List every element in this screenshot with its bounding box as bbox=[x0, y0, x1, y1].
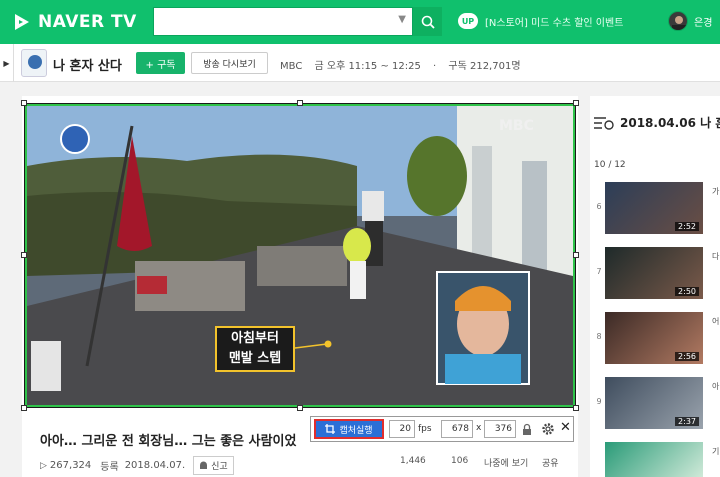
capture-run-label: 캡처실행 bbox=[339, 425, 373, 436]
item-duration: 2:50 bbox=[675, 287, 699, 296]
channel-thumbnail[interactable] bbox=[21, 49, 47, 77]
capture-run-button[interactable]: 캡처실행 bbox=[314, 419, 384, 439]
item-duration: 2:37 bbox=[675, 417, 699, 426]
resize-handle-bm[interactable] bbox=[297, 405, 303, 411]
watch-later-button[interactable]: 나중에 보기 bbox=[484, 456, 528, 469]
broadcaster: MBC bbox=[280, 61, 303, 72]
playlist-header: 2018.04.06 나 혼 bbox=[594, 114, 720, 131]
resize-handle-br[interactable] bbox=[573, 405, 579, 411]
item-duration: 2:56 bbox=[675, 352, 699, 361]
promo-link[interactable]: [N스토어] 미드 수츠 할인 이벤트 bbox=[485, 14, 623, 29]
caption-line-1: 아침부터 bbox=[231, 331, 279, 346]
capture-toolbar: 캡처실행 20 fps 678 x 376 ✕ bbox=[310, 416, 574, 442]
playlist-count: 10 / 12 bbox=[594, 160, 626, 170]
like-count[interactable]: 1,446 bbox=[400, 456, 426, 466]
playlist-item[interactable]: 9 2:37 아 bbox=[594, 377, 720, 429]
search-dropdown-icon[interactable]: ▼ bbox=[398, 14, 406, 25]
resize-handle-ml[interactable] bbox=[21, 252, 27, 258]
top-header: NAVER TV ▼ UP [N스토어] 미드 수츠 할인 이벤트 은경 bbox=[0, 0, 720, 44]
channel-title[interactable]: 나 혼자 산다 bbox=[53, 55, 122, 74]
resize-handle-mr[interactable] bbox=[573, 252, 579, 258]
playlist-icon bbox=[594, 116, 614, 130]
item-duration: 2:52 bbox=[675, 222, 699, 231]
item-title: 기 bbox=[712, 447, 720, 456]
replay-button[interactable]: 방송 다시보기 bbox=[191, 52, 268, 74]
siren-icon bbox=[200, 461, 208, 469]
user-photo-icon bbox=[672, 16, 686, 30]
close-icon[interactable]: ✕ bbox=[560, 420, 571, 435]
item-thumbnail[interactable]: 2:56 bbox=[605, 312, 703, 364]
report-label: 신고 bbox=[211, 462, 228, 472]
item-number: 6 bbox=[596, 202, 602, 211]
lock-icon[interactable] bbox=[521, 423, 533, 436]
naver-tv-logo[interactable]: NAVER TV bbox=[12, 10, 137, 34]
comment-count[interactable]: 106 bbox=[451, 456, 468, 466]
item-number: 9 bbox=[596, 397, 602, 406]
resize-handle-tm[interactable] bbox=[297, 100, 303, 106]
registered-date: 2018.04.07. bbox=[124, 460, 186, 471]
video-stats: ▷ 267,324 등록 2018.04.07. 신고 bbox=[40, 456, 234, 475]
user-name[interactable]: 은경 bbox=[694, 14, 712, 29]
video-caption: 아침부터 맨발 스텝 bbox=[215, 326, 295, 372]
report-button[interactable]: 신고 bbox=[193, 456, 234, 475]
show-logo-badge bbox=[60, 124, 90, 154]
item-number: 8 bbox=[596, 332, 602, 341]
video-scene bbox=[27, 106, 573, 405]
crop-icon bbox=[325, 424, 336, 434]
gear-icon[interactable] bbox=[541, 422, 555, 436]
item-title: 어 bbox=[712, 317, 720, 326]
video-player[interactable]: MBC 아침부터 맨발 스텝 bbox=[25, 104, 575, 407]
playlist-item[interactable]: 6 2:52 가 bbox=[594, 182, 720, 234]
subscribe-button[interactable]: + 구독 bbox=[136, 52, 185, 74]
up-badge: UP bbox=[458, 13, 478, 29]
video-title: 아아… 그리운 전 회장님… 그는 좋은 사람이었 bbox=[40, 434, 297, 449]
play-logo-icon bbox=[15, 14, 29, 30]
play-count-icon: ▷ bbox=[40, 460, 47, 471]
playlist-item[interactable]: 기 bbox=[594, 442, 720, 477]
item-thumbnail[interactable]: 2:52 bbox=[605, 182, 703, 234]
item-thumbnail[interactable]: 2:50 bbox=[605, 247, 703, 299]
dimension-separator: x bbox=[476, 423, 482, 433]
view-count: 267,324 bbox=[49, 460, 92, 471]
item-thumbnail[interactable] bbox=[605, 442, 703, 477]
item-number: 7 bbox=[596, 267, 602, 276]
playlist-item[interactable]: 7 2:50 다 bbox=[594, 247, 720, 299]
registered-label: 등록 bbox=[100, 462, 119, 473]
mbc-watermark: MBC bbox=[499, 118, 534, 134]
item-title: 가 bbox=[712, 187, 720, 196]
search-input[interactable]: ▼ bbox=[153, 7, 413, 36]
item-title: 다 bbox=[712, 252, 720, 261]
separator-dot: · bbox=[433, 61, 437, 72]
width-input[interactable]: 678 bbox=[441, 420, 473, 438]
item-title: 아 bbox=[712, 382, 720, 391]
logo-text: NAVER TV bbox=[38, 12, 137, 32]
playlist-title: 2018.04.06 나 혼 bbox=[620, 116, 720, 130]
share-button[interactable]: 공유 bbox=[542, 456, 559, 469]
subscriber-count: 구독 212,701명 bbox=[448, 61, 521, 72]
item-thumbnail[interactable]: 2:37 bbox=[605, 377, 703, 429]
fps-input[interactable]: 20 bbox=[389, 420, 415, 438]
fps-label: fps bbox=[418, 424, 432, 434]
resize-handle-tr[interactable] bbox=[573, 100, 579, 106]
resize-handle-bl[interactable] bbox=[21, 405, 27, 411]
search-icon bbox=[421, 15, 435, 29]
user-avatar[interactable] bbox=[668, 11, 688, 31]
playlist-item[interactable]: 8 2:56 어 bbox=[594, 312, 720, 364]
height-input[interactable]: 376 bbox=[484, 420, 516, 438]
channel-logo-mark bbox=[28, 55, 42, 69]
resize-handle-tl[interactable] bbox=[21, 100, 27, 106]
channel-expand-icon[interactable]: ▶ bbox=[0, 44, 14, 82]
schedule: 금 오후 11:15 ~ 12:25 bbox=[314, 61, 421, 72]
caption-line-2: 맨발 스텝 bbox=[228, 351, 282, 366]
channel-meta: MBC 금 오후 11:15 ~ 12:25 · 구독 212,701명 bbox=[280, 57, 530, 72]
channel-bar: ▶ 나 혼자 산다 + 구독 방송 다시보기 MBC 금 오후 11:15 ~ … bbox=[0, 44, 720, 82]
search-button[interactable] bbox=[413, 7, 442, 36]
